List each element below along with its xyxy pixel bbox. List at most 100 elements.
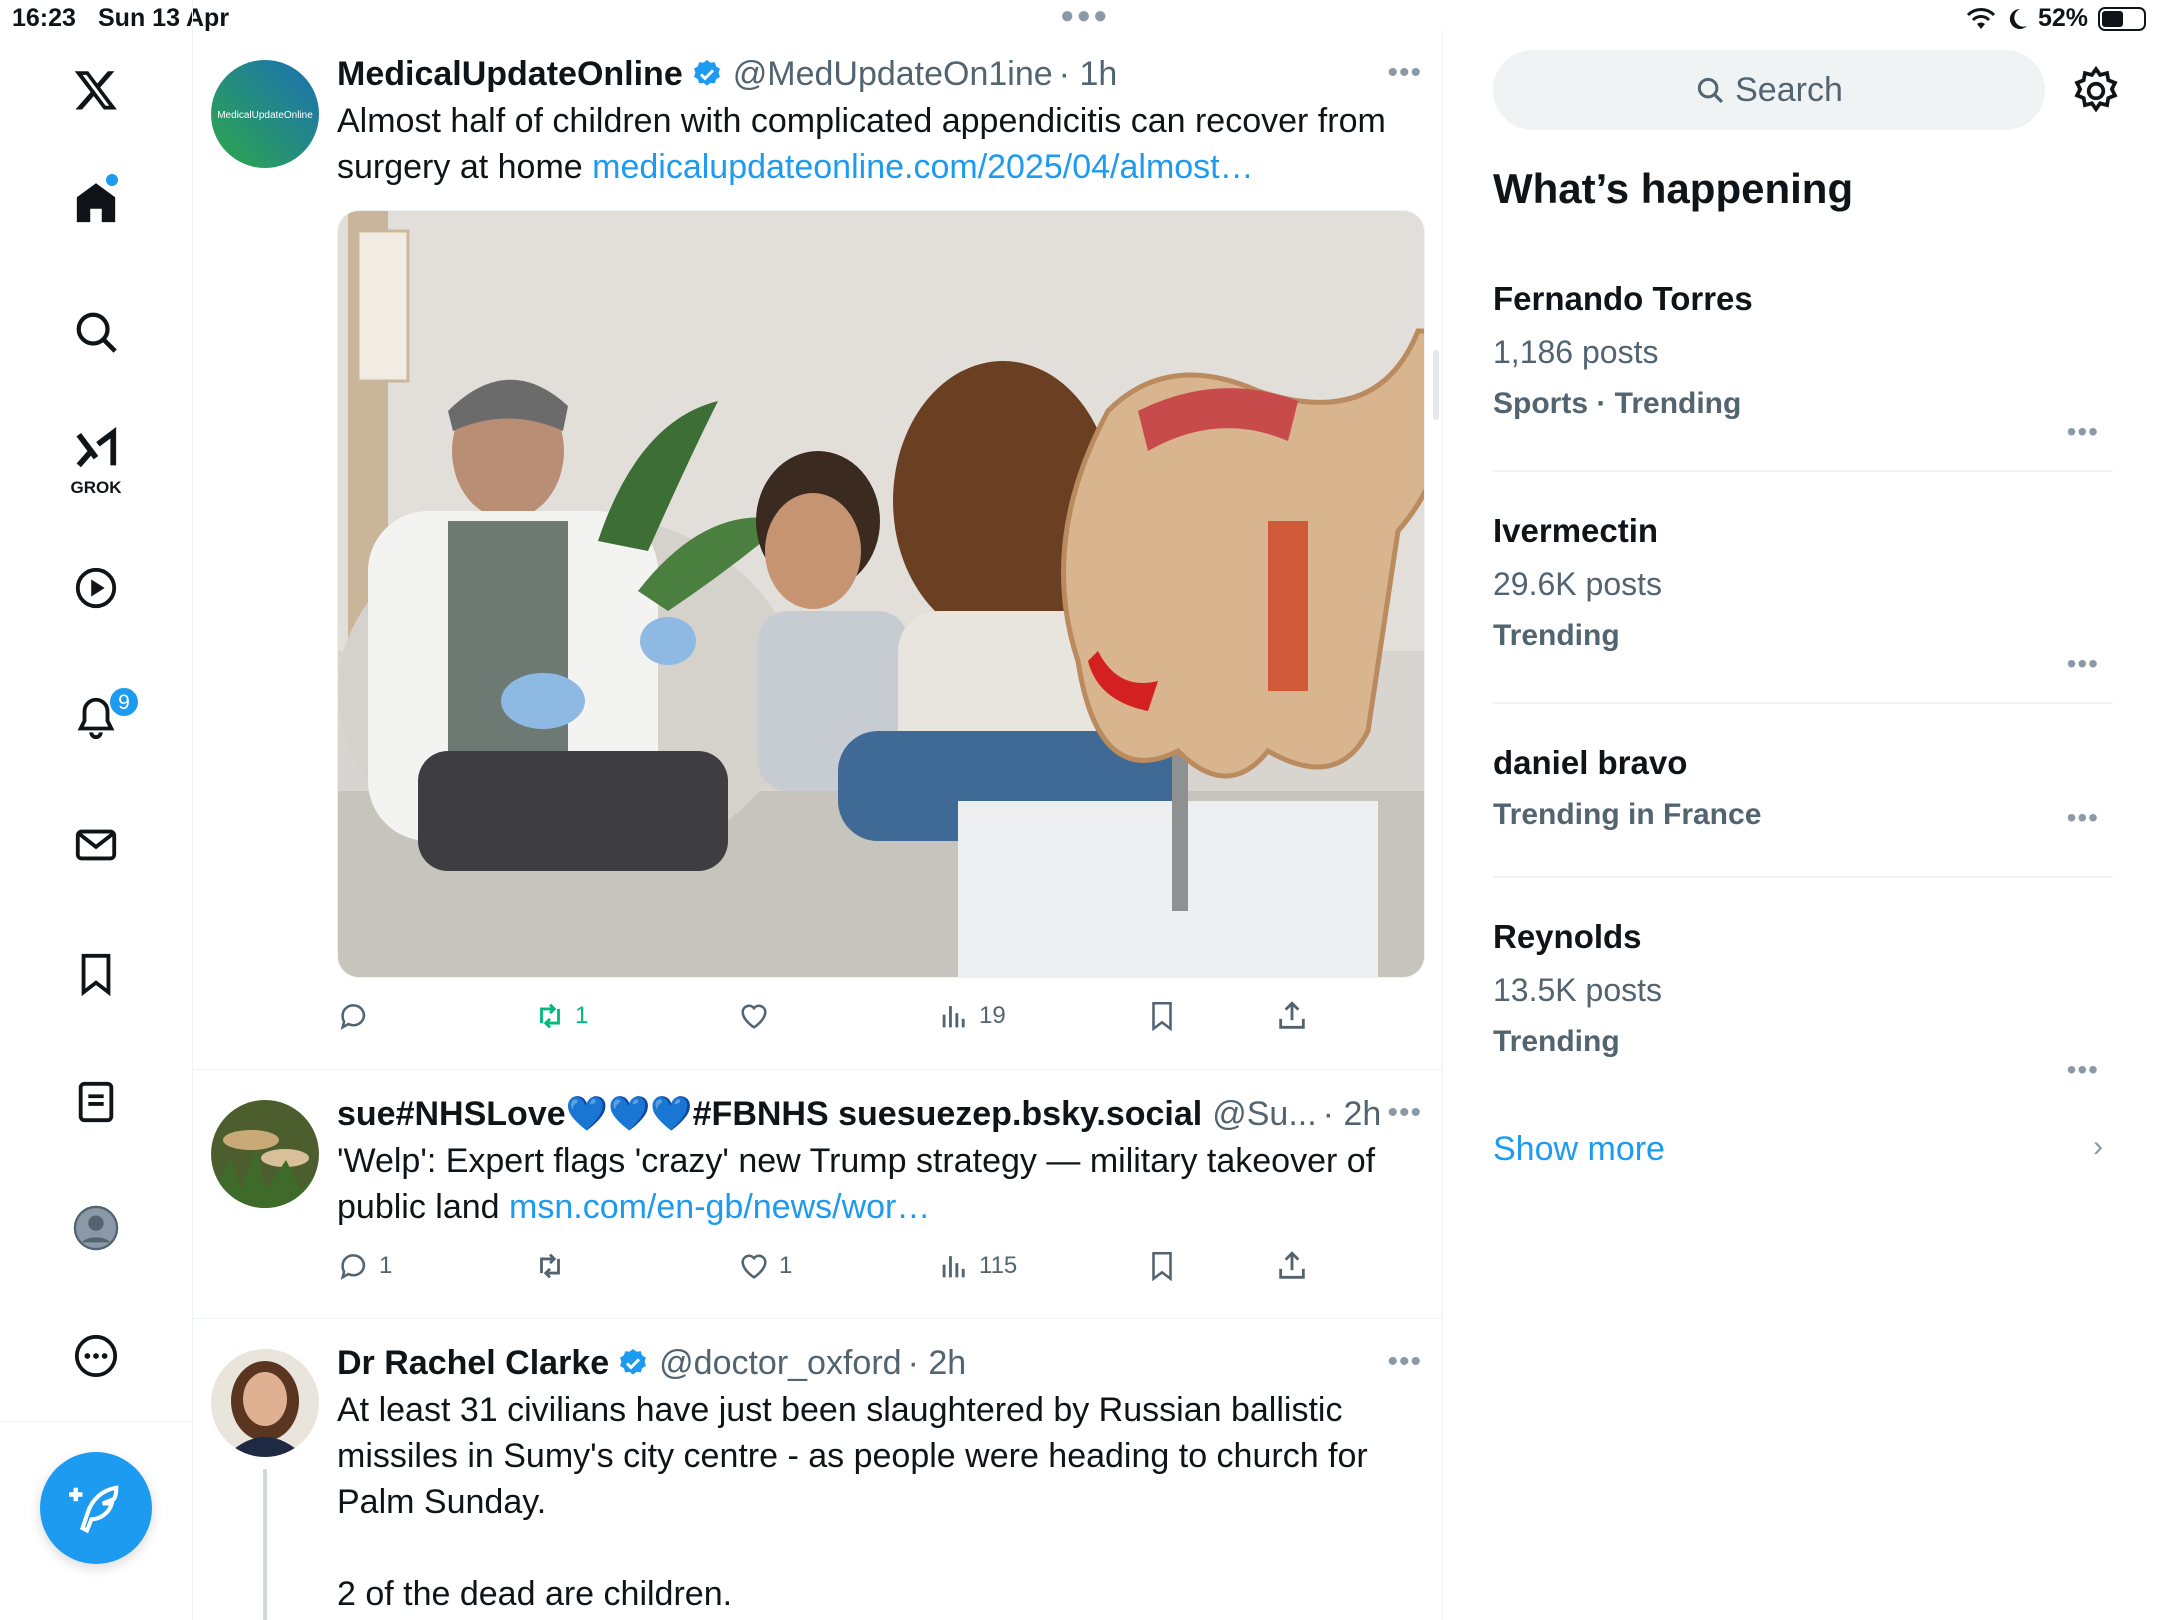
reply-icon [340,1254,366,1280]
tweet-time[interactable]: · 2h [908,1344,967,1383]
trend-more-icon[interactable]: ••• [2067,648,2099,680]
tweet-media-image[interactable] [337,210,1425,978]
compose-button[interactable] [40,1452,152,1564]
verified-badge-icon [620,1349,647,1375]
like-button[interactable]: 1 [737,1249,792,1283]
author-name[interactable]: sue#NHSLove💙💙💙#FBNHS suesuezep.bsky.soci… [337,1094,1202,1134]
share-button[interactable] [1275,999,1309,1033]
trend-post-count: 13.5K posts [1493,972,1662,1008]
bookmark-button[interactable] [1145,1249,1179,1283]
mail-icon[interactable] [56,805,136,885]
home-unread-dot [106,174,118,186]
trend-post-count: 1,186 posts [1493,334,1659,370]
avatar[interactable]: MedicalUpdateOnline [211,60,319,168]
profile-icon[interactable] [56,1188,136,1268]
trend-more-icon[interactable]: ••• [2067,1054,2099,1086]
repost-icon [540,1003,560,1029]
bookmark-icon[interactable] [56,934,136,1014]
author-name[interactable]: MedicalUpdateOnline [337,55,683,94]
chevron-right-icon: › [2093,1130,2103,1163]
tweet-more-icon[interactable]: ••• [1387,1345,1422,1379]
heart-icon [741,1254,767,1279]
tweet-time[interactable]: · 2h [1323,1095,1382,1134]
bookmark-icon [1152,1001,1172,1032]
views-icon [942,1256,965,1278]
status-bar: 16:23 Sun 13 Apr ●●● 52% [0,0,2160,34]
lists-icon[interactable] [56,1062,136,1142]
trend-divider [1493,470,2113,472]
author-handle[interactable]: @Su... [1212,1095,1316,1134]
show-more-link[interactable]: Show more [1493,1130,1665,1169]
author-handle[interactable]: @doctor_oxford [659,1344,901,1383]
tweet-content: sue#NHSLove💙💙💙#FBNHS suesuezep.bsky.soci… [337,1092,1422,1286]
reply-icon [340,1004,366,1030]
author-handle[interactable]: @MedUpdateOn1ine [733,55,1053,94]
repost-icon [540,1253,560,1279]
x-logo-icon[interactable] [56,50,136,130]
reply-count: 1 [379,1252,393,1279]
tweet[interactable]: MedicalUpdateOnline MedicalUpdateOnline … [193,30,1442,1070]
tweet-link[interactable]: msn.com/en-gb/news/wor… [509,1188,930,1226]
tweet-time[interactable]: · 1h [1059,55,1118,94]
tweet-more-icon[interactable]: ••• [1387,1096,1422,1130]
multitask-dots-icon[interactable]: ●●● [1060,2,1110,30]
tweet-header: sue#NHSLove💙💙💙#FBNHS suesuezep.bsky.soci… [337,1092,1422,1136]
repost-button[interactable]: 1 [533,999,588,1033]
tweet-more-icon[interactable]: ••• [1387,56,1422,90]
trend-name: Fernando Torres [1493,280,1753,317]
trend-divider [1493,876,2113,878]
wifi-icon [1966,7,1996,29]
reply-button[interactable] [337,999,371,1033]
tweet[interactable]: sue#NHSLove💙💙💙#FBNHS suesuezep.bsky.soci… [193,1070,1442,1319]
share-button[interactable] [1275,1249,1309,1283]
trend-more-icon[interactable]: ••• [2067,416,2099,448]
notifications-badge: 9 [108,686,140,718]
bookmark-button[interactable] [1145,999,1179,1033]
tweet-header: MedicalUpdateOnline @MedUpdateOn1ine · 1… [337,52,1422,96]
avatar[interactable] [211,1100,319,1208]
trend-category: Trending [1493,619,1620,652]
tweet-link[interactable]: medicalupdateonline.com/2025/04/almost… [592,148,1254,186]
trend-item[interactable]: daniel bravo Trending in France ••• [1493,744,2113,834]
whats-happening-title: What’s happening [1493,165,1854,212]
trend-more-icon[interactable]: ••• [2067,802,2099,834]
views-button[interactable]: 115 [937,1249,1017,1283]
video-icon[interactable] [56,548,136,628]
more-icon[interactable] [56,1316,136,1396]
views-button[interactable]: 19 [937,999,1006,1033]
like-count: 1 [779,1252,793,1279]
tweet-text: Almost half of children with complicated… [337,98,1422,190]
reply-button[interactable]: 1 [337,1249,392,1283]
tweet-content: MedicalUpdateOnline @MedUpdateOn1ine · 1… [337,52,1425,1036]
home-icon[interactable] [56,163,136,243]
trend-item[interactable]: Reynolds 13.5K posts Trending ••• [1493,918,2113,1085]
search-icon[interactable] [56,292,136,372]
search-input[interactable]: Search [1493,50,2045,130]
trend-item[interactable]: Ivermectin 29.6K posts Trending ••• [1493,512,2113,679]
share-icon [1279,1001,1305,1029]
battery-icon [2098,6,2146,31]
feed-scrollbar[interactable] [1433,350,1439,420]
author-name[interactable]: Dr Rachel Clarke [337,1344,609,1383]
tweet-text: 'Welp': Expert flags 'crazy' new Trump s… [337,1138,1422,1230]
like-button[interactable] [737,999,771,1033]
battery-percent: 52% [2037,4,2088,32]
tweet-content: Dr Rachel Clarke @doctor_oxford · 2h •••… [337,1341,1422,1617]
trend-post-count: 29.6K posts [1493,566,1662,602]
search-icon [1698,77,1724,104]
share-icon [1279,1251,1305,1279]
trend-item[interactable]: Fernando Torres 1,186 posts Sports · Tre… [1493,280,2113,447]
timeline-feed: MedicalUpdateOnline MedicalUpdateOnline … [193,30,1443,1620]
heart-icon [741,1004,767,1029]
trend-name: daniel bravo [1493,744,1688,781]
tweet[interactable]: Dr Rachel Clarke @doctor_oxford · 2h •••… [193,1319,1442,1620]
verified-badge-icon [693,60,720,86]
trend-name: Reynolds [1493,918,1642,955]
avatar[interactable] [211,1349,319,1457]
moon-icon [2009,8,2027,29]
tweet-header: Dr Rachel Clarke @doctor_oxford · 2h [337,1341,1422,1385]
gear-icon[interactable] [2071,66,2121,116]
repost-button[interactable] [533,1249,567,1283]
compose-icon [69,1485,119,1534]
right-sidebar: Search What’s happening Fernando Torres … [1443,30,2160,1620]
